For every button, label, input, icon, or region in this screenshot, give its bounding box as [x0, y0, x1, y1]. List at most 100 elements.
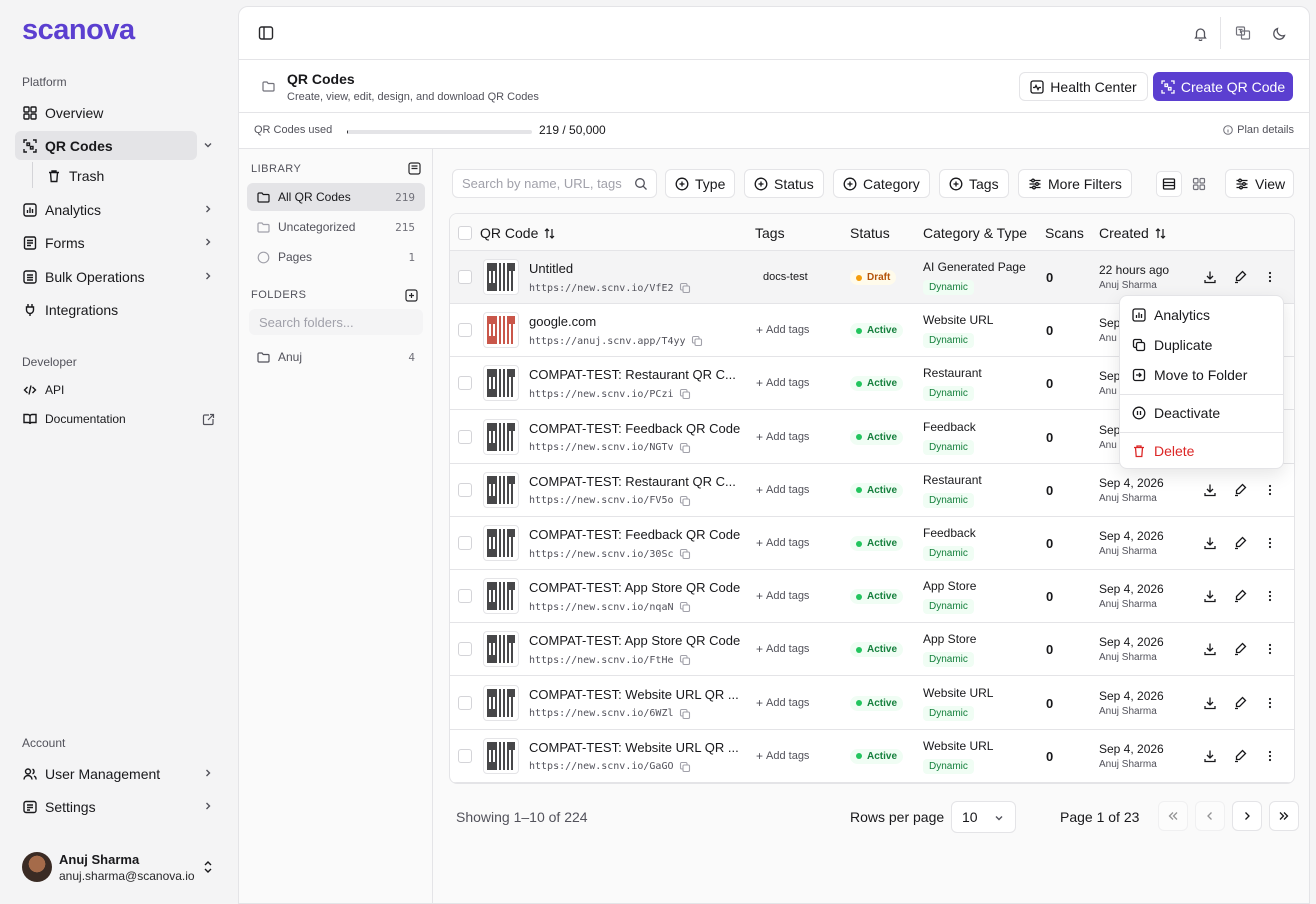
sidebar-item-user-management[interactable]: User Management — [15, 759, 225, 788]
qr-url-text[interactable]: https://new.scnv.io/nqaN — [529, 602, 674, 613]
add-tags-button[interactable]: + Add tags — [756, 749, 809, 763]
copy-icon[interactable] — [679, 282, 691, 294]
sidebar-item-integrations[interactable]: Integrations — [15, 295, 225, 324]
copy-icon[interactable] — [679, 495, 691, 507]
search-input[interactable] — [462, 176, 627, 191]
qr-thumbnail[interactable] — [483, 259, 519, 295]
sidebar-item-forms[interactable]: Forms — [15, 228, 225, 257]
add-tags-button[interactable]: + Add tags — [756, 642, 809, 656]
qr-thumbnail[interactable] — [483, 471, 519, 508]
copy-icon[interactable] — [679, 601, 691, 613]
edit-design-icon[interactable] — [1232, 748, 1248, 764]
table-row[interactable]: COMPAT-TEST: Feedback QR Code https://ne… — [450, 517, 1294, 570]
more-filters-button[interactable]: More Filters — [1018, 169, 1132, 198]
add-tags-button[interactable]: + Add tags — [756, 536, 809, 550]
grid-view-icon[interactable] — [1186, 171, 1212, 197]
add-folder-icon[interactable] — [405, 289, 418, 302]
sidebar-item-settings[interactable]: Settings — [15, 792, 225, 821]
sidebar-item-trash[interactable]: Trash — [39, 161, 225, 190]
download-icon[interactable] — [1202, 748, 1218, 764]
qr-name[interactable]: COMPAT-TEST: App Store QR Code — [529, 633, 740, 648]
table-row[interactable]: COMPAT-TEST: App Store QR Code https://n… — [450, 623, 1294, 677]
first-page-button[interactable] — [1158, 801, 1188, 831]
scanova-logo[interactable]: scanova — [22, 14, 135, 46]
qr-thumbnail[interactable] — [483, 418, 519, 455]
qr-thumbnail[interactable] — [483, 737, 519, 774]
qr-thumbnail[interactable] — [483, 631, 519, 668]
copy-icon[interactable] — [679, 388, 691, 400]
row-checkbox[interactable] — [458, 429, 472, 444]
library-item-pages[interactable]: Pages 1 — [247, 243, 425, 271]
health-center-button[interactable]: Health Center — [1019, 72, 1148, 101]
collapse-panel-icon[interactable] — [408, 162, 421, 175]
more-vertical-icon[interactable] — [1262, 641, 1278, 657]
sidebar-item-api[interactable]: API — [15, 375, 225, 404]
copy-icon[interactable] — [679, 442, 691, 454]
folder-item-anuj[interactable]: Anuj 4 — [247, 343, 425, 371]
qr-url-text[interactable]: https://new.scnv.io/GaGO — [529, 761, 674, 772]
edit-design-icon[interactable] — [1232, 641, 1248, 657]
qr-url-text[interactable]: https://new.scnv.io/VfE2 — [529, 283, 674, 294]
download-icon[interactable] — [1202, 535, 1218, 551]
menu-item-deactivate[interactable]: Deactivate — [1125, 399, 1278, 427]
add-tags-button[interactable]: + Add tags — [756, 323, 809, 337]
copy-icon[interactable] — [679, 654, 691, 666]
download-icon[interactable] — [1202, 482, 1218, 498]
add-tags-button[interactable]: + Add tags — [756, 376, 809, 390]
more-vertical-icon[interactable] — [1262, 269, 1278, 285]
user-menu[interactable]: Anuj Sharma anuj.sharma@scanova.io — [15, 846, 225, 888]
more-vertical-icon[interactable] — [1262, 482, 1278, 498]
qr-name[interactable]: COMPAT-TEST: Feedback QR Code — [529, 527, 740, 542]
qr-thumbnail[interactable] — [483, 365, 519, 402]
add-tags-button[interactable]: + Add tags — [756, 483, 809, 497]
copy-icon[interactable] — [679, 761, 691, 773]
qr-thumbnail[interactable] — [483, 312, 519, 349]
qr-name[interactable]: COMPAT-TEST: Feedback QR Code — [529, 421, 740, 436]
add-tags-button[interactable]: + Add tags — [756, 696, 809, 710]
qr-thumbnail[interactable] — [483, 684, 519, 721]
row-checkbox[interactable] — [458, 270, 472, 284]
sidebar-item-analytics[interactable]: Analytics — [15, 195, 225, 224]
row-checkbox[interactable] — [458, 482, 472, 497]
filter-category-button[interactable]: Category — [833, 169, 930, 198]
table-row[interactable]: COMPAT-TEST: Restaurant QR C... https://… — [450, 464, 1294, 517]
next-page-button[interactable] — [1232, 801, 1262, 831]
language-icon[interactable] — [1235, 25, 1251, 41]
filter-type-button[interactable]: Type — [665, 169, 736, 198]
last-page-button[interactable] — [1269, 801, 1299, 831]
row-checkbox[interactable] — [458, 695, 472, 710]
qr-thumbnail[interactable] — [483, 578, 519, 615]
row-checkbox[interactable] — [458, 642, 472, 657]
edit-design-icon[interactable] — [1232, 269, 1248, 285]
filter-status-button[interactable]: Status — [744, 169, 824, 198]
row-checkbox[interactable] — [458, 323, 472, 338]
qr-name[interactable]: COMPAT-TEST: Website URL QR ... — [529, 740, 739, 755]
menu-item-delete[interactable]: Delete — [1125, 437, 1278, 465]
qr-url-text[interactable]: https://anuj.scnv.app/T4yy — [529, 336, 686, 347]
qr-url-text[interactable]: https://new.scnv.io/PCzi — [529, 389, 674, 400]
add-tags-button[interactable]: + Add tags — [756, 589, 809, 603]
sidebar-item-overview[interactable]: Overview — [15, 98, 225, 127]
plan-details-link[interactable]: Plan details — [1223, 124, 1294, 136]
create-qr-code-button[interactable]: Create QR Code — [1153, 72, 1293, 101]
qr-url-text[interactable]: https://new.scnv.io/FtHe — [529, 655, 674, 666]
edit-design-icon[interactable] — [1232, 695, 1248, 711]
download-icon[interactable] — [1202, 641, 1218, 657]
add-tags-button[interactable]: + Add tags — [756, 430, 809, 444]
filter-tags-button[interactable]: Tags — [939, 169, 1009, 198]
sidebar-item-bulk-operations[interactable]: Bulk Operations — [15, 262, 225, 291]
bell-icon[interactable] — [1192, 25, 1208, 41]
sidebar-toggle-icon[interactable] — [258, 25, 274, 41]
row-checkbox[interactable] — [458, 589, 472, 604]
menu-item-duplicate[interactable]: Duplicate — [1125, 331, 1278, 359]
row-checkbox[interactable] — [458, 376, 472, 391]
copy-icon[interactable] — [679, 708, 691, 720]
menu-item-analytics[interactable]: Analytics — [1125, 301, 1278, 329]
download-icon[interactable] — [1202, 269, 1218, 285]
library-item-all-qr-codes[interactable]: All QR Codes 219 — [247, 183, 425, 211]
qr-name[interactable]: COMPAT-TEST: Restaurant QR C... — [529, 474, 736, 489]
table-row[interactable]: COMPAT-TEST: App Store QR Code https://n… — [450, 570, 1294, 624]
col-created[interactable]: Created — [1099, 225, 1167, 241]
chevron-down-icon[interactable] — [202, 139, 216, 153]
qr-url-text[interactable]: https://new.scnv.io/NGTv — [529, 442, 674, 453]
